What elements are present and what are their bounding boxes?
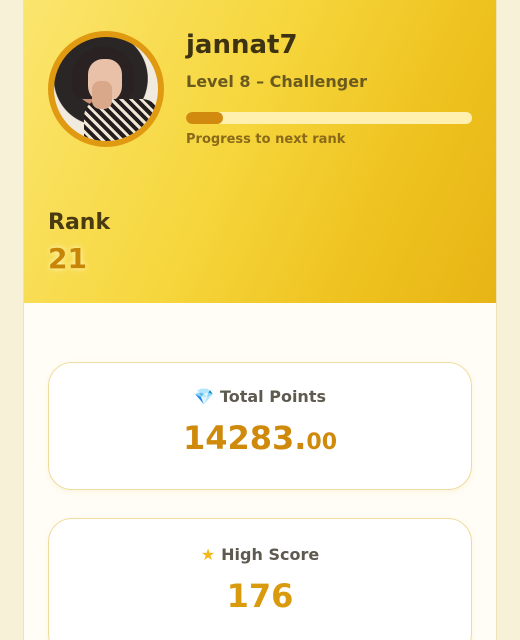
level-title: Level 8 – Challenger [186,72,367,91]
progress-label: Progress to next rank [186,132,346,147]
total-points-int: 14283. [182,419,307,457]
total-points-decimal: 00 [306,430,338,455]
username: jannat7 [186,30,298,60]
right-gutter [496,0,520,640]
total-points-card[interactable]: 💎 Total Points 14283.00 [48,362,472,490]
avatar[interactable] [48,31,164,147]
profile-header: jannat7 Level 8 – Challenger Progress to… [24,0,496,303]
star-icon: ★ [200,545,216,564]
profile-panel: jannat7 Level 8 – Challenger Progress to… [24,0,496,640]
high-score-value: 176 [226,577,294,615]
high-score-label: High Score [221,545,320,564]
total-points-title: 💎 Total Points [49,387,471,406]
high-score-title: ★ High Score [49,545,471,564]
rank-value: 21 [48,242,87,275]
rank-progress-bar [186,112,472,124]
high-score-card[interactable]: ★ High Score 176 [48,518,472,640]
rank-label: Rank [48,210,111,235]
rank-progress-fill [186,112,224,124]
total-points-label: Total Points [219,387,326,406]
gem-icon: 💎 [194,387,214,406]
left-gutter [0,0,24,640]
total-points-value: 14283.00 [49,419,471,457]
